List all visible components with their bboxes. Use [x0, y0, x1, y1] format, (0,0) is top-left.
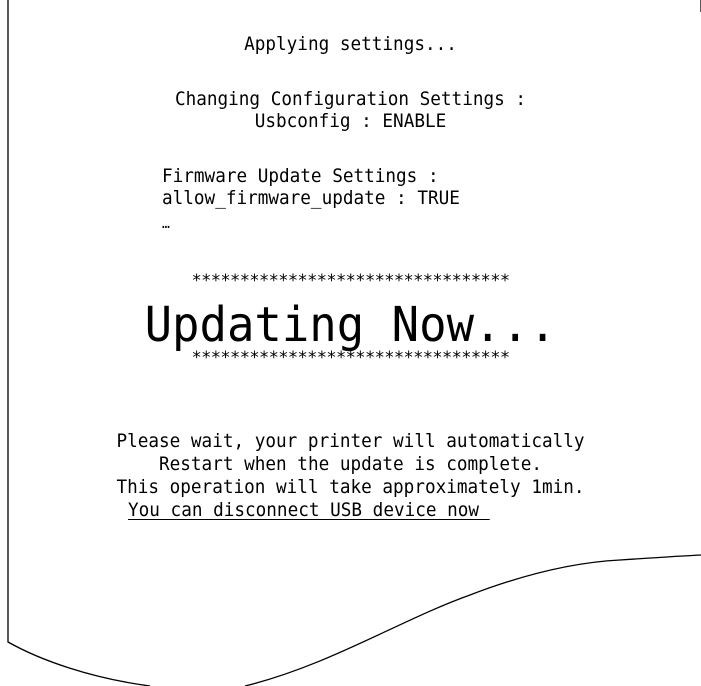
allow-firmware-update-text: allow_firmware_update : TRUE: [162, 187, 460, 209]
updating-now-heading: Updating Now...: [144, 297, 557, 353]
changing-configuration-text: Changing Configuration Settings :: [174, 88, 527, 110]
disconnect-usb-text: You can disconnect USB device now: [128, 499, 490, 521]
stars-top-divider: *********************************: [191, 271, 511, 291]
restart-text: Restart when the update is complete.: [159, 453, 542, 475]
operation-duration-text: This operation will take approximately 1…: [116, 476, 585, 498]
please-wait-text: Please wait, your printer will automatic…: [116, 430, 585, 452]
usbconfig-text: Usbconfig : ENABLE: [254, 110, 447, 132]
applying-settings-text: Applying settings...: [244, 33, 457, 55]
stars-bottom-divider: *********************************: [191, 348, 511, 368]
firmware-update-settings-text: Firmware Update Settings :: [162, 165, 439, 187]
ellipsis-text: …: [162, 216, 170, 232]
disconnect-usb-label: You can disconnect USB device now: [128, 499, 490, 521]
